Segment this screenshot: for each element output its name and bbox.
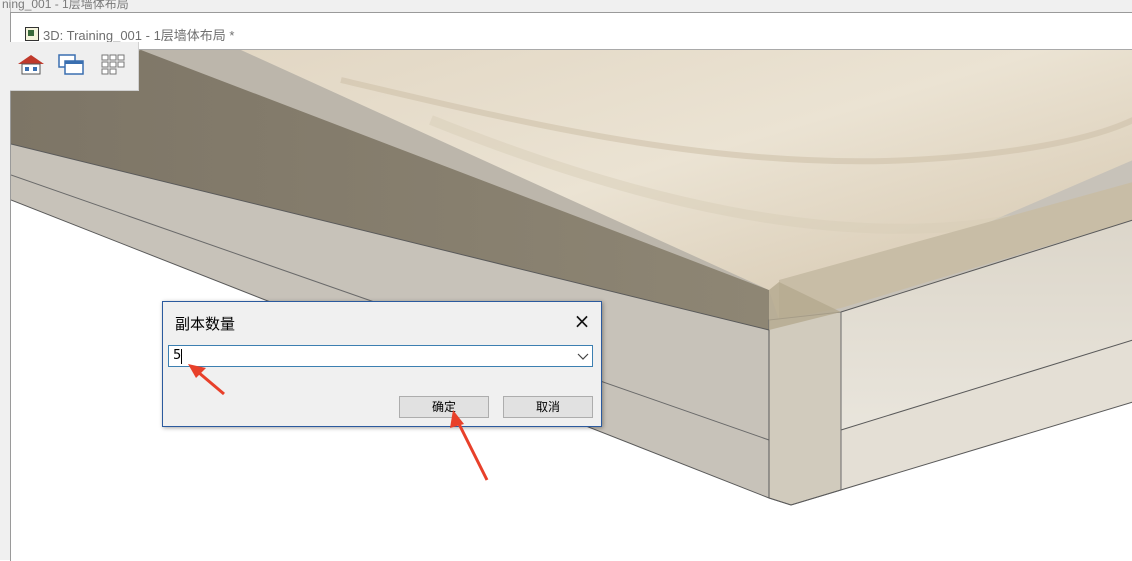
3d-view-window: 3D: Training_001 - 1层墙体布局 *: [10, 12, 1132, 561]
text-caret: [181, 349, 182, 364]
view-toolbar: [10, 42, 139, 91]
copy-count-dialog: 副本数量 × 5 确定 取消: [162, 301, 602, 427]
window-cascade-icon[interactable]: [54, 52, 88, 76]
copy-count-combobox[interactable]: 5: [168, 345, 593, 367]
background-window-title: ning_001 - 1层墙体布局: [2, 0, 129, 11]
ok-button[interactable]: 确定: [399, 396, 489, 418]
cancel-button[interactable]: 取消: [503, 396, 593, 418]
view-grid-icon[interactable]: [96, 52, 130, 76]
view-window-icon[interactable]: [25, 27, 39, 41]
home-view-icon[interactable]: [14, 52, 48, 76]
view-title-bar[interactable]: 3D: Training_001 - 1层墙体布局 *: [11, 13, 1132, 50]
wall-corner-block: [768, 311, 842, 506]
close-button[interactable]: ×: [567, 308, 597, 334]
dialog-title: 副本数量: [175, 315, 236, 333]
chevron-down-icon[interactable]: [577, 351, 589, 361]
